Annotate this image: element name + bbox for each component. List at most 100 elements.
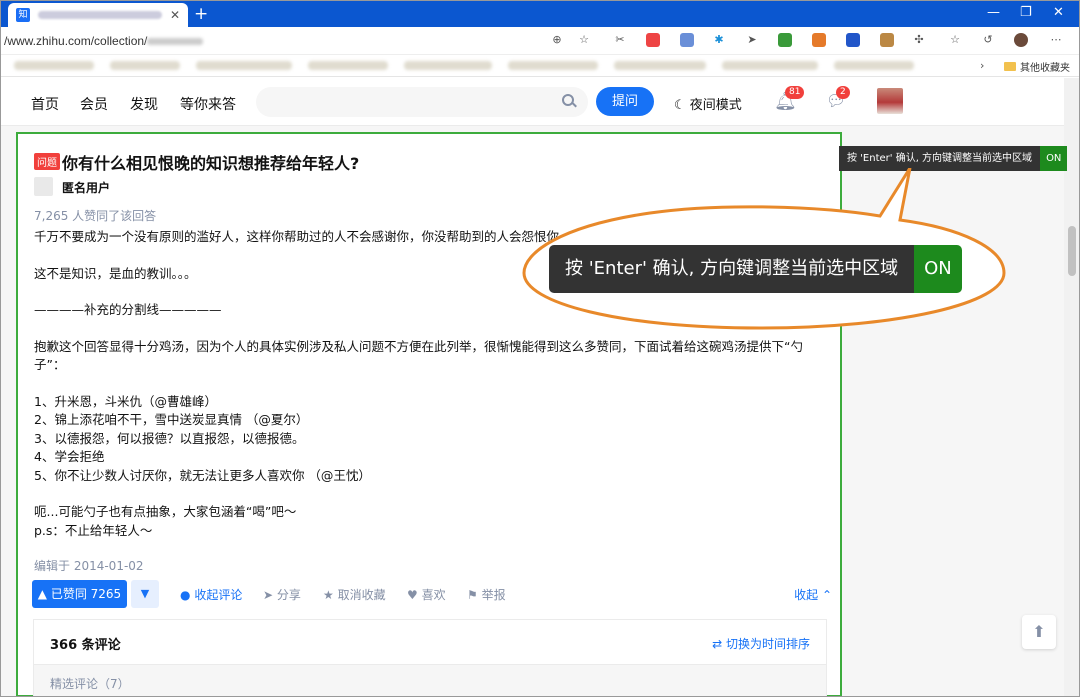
chevron-right-icon[interactable]: › bbox=[980, 59, 984, 72]
zhihu-favicon-icon: 知 bbox=[16, 8, 30, 22]
bookmark-blurred[interactable] bbox=[614, 61, 706, 70]
tab-title-blurred bbox=[38, 11, 162, 19]
star-icon: ★ bbox=[323, 588, 334, 602]
zoom-icon[interactable]: ⊕ bbox=[550, 33, 564, 47]
more-menu-icon[interactable]: ⋯ bbox=[1049, 33, 1063, 47]
answer-paragraph: 抱歉这个回答显得十分鸡汤，因为个人的具体实例涉及私人问题不方便在此列举，很惭愧能… bbox=[34, 338, 803, 373]
address-bar[interactable]: /www.zhihu.com/collection/ ⊕ ☆ ✂ ✱ ➤ ✣ ☆… bbox=[0, 27, 1080, 55]
browser-tab-bar: 知 ✕ + — ❐ ✕ bbox=[0, 0, 1080, 27]
browser-tab[interactable]: 知 ✕ bbox=[8, 3, 188, 27]
new-tab-icon[interactable]: + bbox=[194, 4, 208, 24]
nav-member[interactable]: 会员 bbox=[80, 94, 108, 114]
list-item: 4、学会拒绝 bbox=[34, 449, 105, 464]
list-item: 2、锦上添花咱不干，雪中送炭显真情 （@夏尔） bbox=[34, 412, 309, 427]
search-input[interactable] bbox=[256, 87, 588, 117]
list-item: 5、你不让少数人讨厌你，就无法让更多人喜欢你 （@王忱） bbox=[34, 467, 371, 483]
bookmark-blurred[interactable] bbox=[196, 61, 292, 70]
uncollect-button[interactable]: ★ 取消收藏 bbox=[323, 586, 386, 603]
tooltip-on-badge: ON bbox=[914, 245, 962, 293]
tooltip-text: 按 'Enter' 确认, 方向键调整当前选中区域 bbox=[549, 245, 915, 293]
bookmarks-bar: › 其他收藏夹 bbox=[0, 55, 1080, 77]
edited-date[interactable]: 编辑于 2014-01-02 bbox=[34, 557, 144, 574]
heart-icon: ♥ bbox=[407, 588, 418, 602]
list-item: 3、以德报怨，何以报德？以直报怨，以德报德。 bbox=[34, 430, 305, 446]
sort-toggle-button[interactable]: ⇄ 切换为时间排序 bbox=[712, 635, 810, 652]
answer-card: 问题 你有什么相见恨晚的知识想推荐给年轻人? 匿名用户 7,265 人赞同了该回… bbox=[16, 132, 842, 697]
report-button[interactable]: ⚑ 举报 bbox=[467, 586, 506, 603]
bookmark-blurred[interactable] bbox=[110, 61, 180, 70]
answer-paragraph: p.s：不止给年轻人～ bbox=[34, 522, 153, 538]
minimize-icon[interactable]: — bbox=[987, 5, 1000, 20]
featured-comments-header: 精选评论（7） bbox=[34, 664, 826, 697]
list-item: 1、升米恩，斗米仇（@曹雄峰） bbox=[34, 393, 217, 409]
zhihu-header: 首页 会员 发现 等你来答 提问 ☾ 夜间模式 🔔︎ 81 💬︎ 2 bbox=[0, 78, 1064, 126]
bookmark-blurred[interactable] bbox=[722, 61, 818, 70]
notification-badge: 81 bbox=[785, 86, 805, 99]
url-blurred bbox=[147, 38, 204, 46]
search-icon[interactable] bbox=[562, 94, 574, 106]
toggle-comments-button[interactable]: ● 收起评论 bbox=[180, 586, 242, 603]
send-icon[interactable]: ➤ bbox=[745, 33, 759, 47]
restore-icon[interactable]: ❐ bbox=[1020, 5, 1032, 20]
extension-green-icon[interactable] bbox=[778, 33, 792, 47]
bookmark-blurred[interactable] bbox=[834, 61, 914, 70]
favorite-star-icon[interactable]: ☆ bbox=[577, 33, 591, 47]
arrow-up-icon: ⬆ bbox=[1032, 622, 1046, 641]
nav-discover[interactable]: 发现 bbox=[130, 94, 158, 114]
comments-count: 366 条评论 bbox=[50, 638, 121, 653]
question-tag: 问题 bbox=[34, 153, 60, 170]
message-badge: 2 bbox=[836, 86, 850, 99]
share-icon: ➤ bbox=[263, 588, 274, 602]
bookmark-blurred[interactable] bbox=[14, 61, 94, 70]
extension-red-icon[interactable] bbox=[646, 33, 660, 47]
extension-doc-icon[interactable] bbox=[680, 33, 694, 47]
extension-orange-icon[interactable] bbox=[812, 33, 826, 47]
answer-divider-text: ————补充的分割线————— bbox=[34, 302, 222, 317]
swap-icon: ⇄ bbox=[712, 637, 723, 651]
selection-tooltip-zoomed: 按 'Enter' 确认, 方向键调整当前选中区域 ON bbox=[549, 245, 962, 293]
question-title[interactable]: 你有什么相见恨晚的知识想推荐给年轻人? bbox=[62, 150, 359, 174]
nav-waiting[interactable]: 等你来答 bbox=[180, 94, 236, 114]
answer-paragraph: 呃...可能勺子也有点抽象，大家包涵着“喝”吧～ bbox=[34, 504, 297, 519]
author-avatar bbox=[34, 177, 53, 196]
close-icon[interactable]: ✕ bbox=[170, 8, 180, 22]
other-bookmarks-folder[interactable]: 其他收藏夹 bbox=[1004, 59, 1070, 74]
folder-icon bbox=[1004, 62, 1016, 71]
tooltip-on-badge: ON bbox=[1040, 146, 1068, 171]
selection-tooltip-small: 按 'Enter' 确认, 方向键调整当前选中区域 ON bbox=[839, 146, 1068, 171]
tooltip-text: 按 'Enter' 确认, 方向键调整当前选中区域 bbox=[839, 146, 1041, 171]
extension-blue-icon[interactable] bbox=[846, 33, 860, 47]
url-field[interactable]: /www.zhihu.com/collection/ bbox=[4, 34, 204, 48]
chevron-up-icon: ⌃ bbox=[821, 588, 832, 602]
answer-actions: ▲ 已赞同 7265 ▼ ● 收起评论 ➤ 分享 ★ 取消收藏 ♥ 喜欢 ⚑ 举… bbox=[32, 580, 832, 608]
bookmark-blurred[interactable] bbox=[308, 61, 388, 70]
bookmark-blurred[interactable] bbox=[404, 61, 492, 70]
url-text: /www.zhihu.com/collection/ bbox=[4, 34, 148, 48]
nav-home[interactable]: 首页 bbox=[31, 94, 59, 114]
scrollbar-thumb[interactable] bbox=[1068, 226, 1076, 276]
downvote-button[interactable]: ▼ bbox=[131, 580, 159, 608]
flag-icon: ⚑ bbox=[467, 588, 478, 602]
extension-brown-icon[interactable] bbox=[880, 33, 894, 47]
votes-summary: 7,265 人赞同了该回答 bbox=[34, 209, 157, 223]
comments-panel: 366 条评论 ⇄ 切换为时间排序 精选评论（7） bbox=[33, 619, 827, 697]
like-button[interactable]: ♥ 喜欢 bbox=[407, 586, 446, 603]
collapse-answer-button[interactable]: 收起 ⌃ bbox=[794, 586, 832, 603]
window-close-icon[interactable]: ✕ bbox=[1053, 5, 1064, 20]
night-mode-toggle[interactable]: ☾ 夜间模式 bbox=[674, 94, 742, 113]
avatar[interactable] bbox=[877, 88, 903, 114]
history-icon[interactable]: ↺ bbox=[981, 33, 995, 47]
scissors-icon[interactable]: ✂ bbox=[613, 33, 627, 47]
bookmark-blurred[interactable] bbox=[508, 61, 598, 70]
moon-icon: ☾ bbox=[674, 98, 686, 113]
puzzle-icon[interactable]: ✣ bbox=[912, 33, 926, 47]
share-button[interactable]: ➤ 分享 bbox=[263, 586, 301, 603]
ask-question-button[interactable]: 提问 bbox=[596, 87, 654, 116]
profile-icon[interactable] bbox=[1014, 33, 1028, 47]
favorites-list-icon[interactable]: ☆ bbox=[948, 33, 962, 47]
answer-paragraph: 千万不要成为一个没有原则的滥好人，这样你帮助过的人不会感谢你，你没帮助到的人会怨… bbox=[34, 229, 572, 244]
back-to-top-button[interactable]: ⬆ bbox=[1022, 615, 1056, 649]
extension-globe-icon[interactable]: ✱ bbox=[712, 33, 726, 47]
author-name: 匿名用户 bbox=[62, 181, 111, 195]
upvote-button[interactable]: ▲ 已赞同 7265 bbox=[32, 580, 127, 608]
